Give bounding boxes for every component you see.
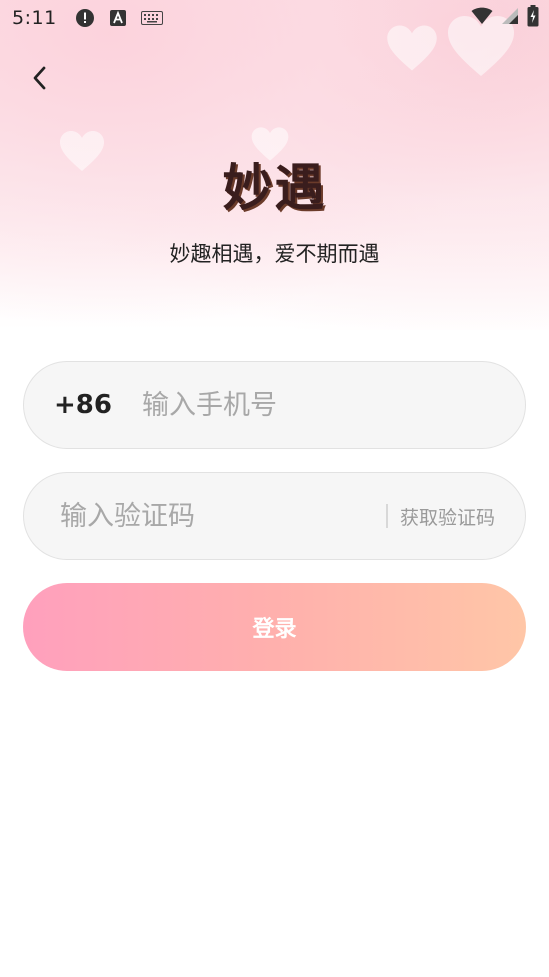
signal-icon	[501, 7, 519, 29]
back-button[interactable]	[22, 60, 58, 96]
status-right-group	[471, 0, 539, 36]
alert-icon	[75, 8, 95, 28]
field-divider	[386, 504, 388, 528]
app-logo: 妙遇	[222, 158, 327, 217]
phone-field[interactable]: +86	[23, 361, 526, 449]
status-time: 5:11	[12, 7, 57, 29]
get-code-button[interactable]: 获取验证码	[400, 503, 495, 530]
chevron-left-icon	[33, 66, 46, 90]
verification-code-field[interactable]: 获取验证码	[23, 472, 526, 560]
phone-input[interactable]	[141, 389, 525, 421]
app-tagline: 妙趣相遇，爱不期而遇	[169, 242, 380, 266]
battery-charging-icon	[527, 5, 539, 31]
status-bar: 5:11	[0, 0, 549, 36]
a-box-icon	[109, 9, 127, 27]
country-code[interactable]: +86	[54, 390, 112, 420]
verification-code-input[interactable]	[60, 500, 375, 532]
wifi-icon	[471, 7, 493, 29]
keyboard-icon	[140, 11, 163, 25]
login-button[interactable]: 登录	[23, 583, 526, 671]
login-screen: 5:11 妙遇 妙趣相遇，爱不期而遇 +86 输入手机号 输入验证码 获取验证码…	[0, 0, 549, 977]
